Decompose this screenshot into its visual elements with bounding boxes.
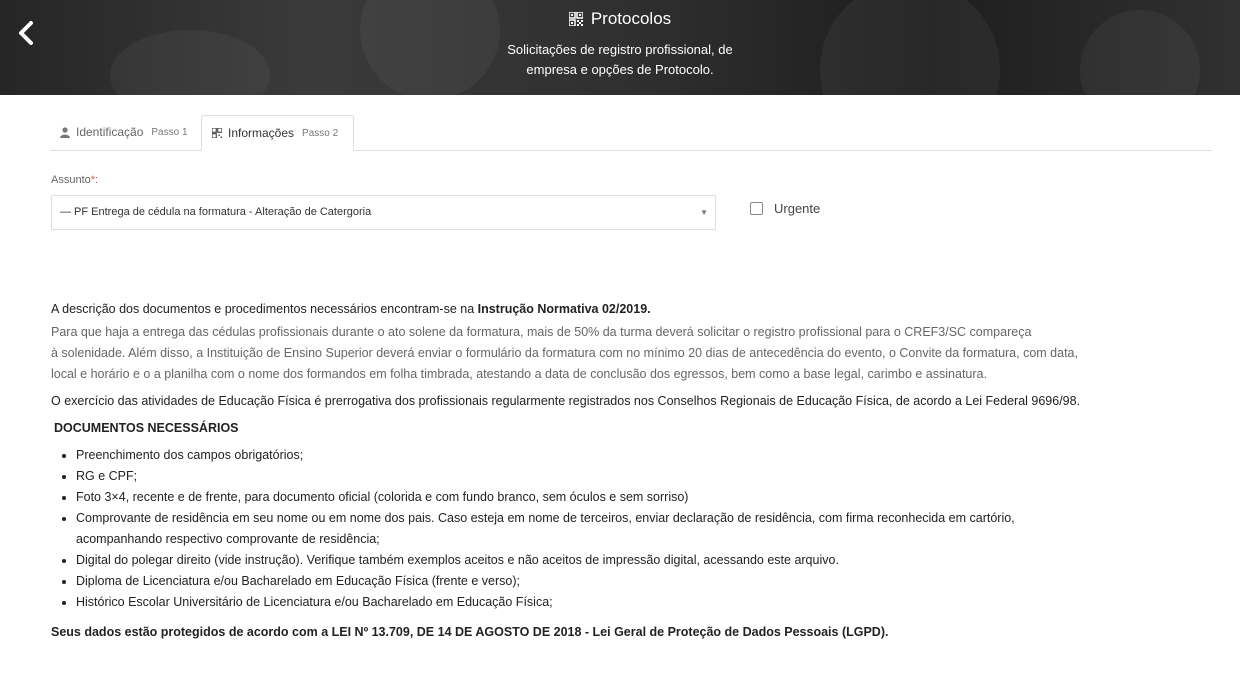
instruction-paragraph: A descrição dos documentos e procediment… (51, 299, 1216, 320)
instruction-normativa-link: Instrução Normativa 02/2019. (477, 302, 651, 316)
law-paragraph: O exercício das atividades de Educação F… (51, 394, 1081, 408)
subtitle-line-1: Solicitações de registro profissional, d… (507, 42, 733, 57)
list-item-text: acompanhando respectivo comprovante de r… (76, 532, 380, 546)
tab-step: Passo 2 (302, 127, 339, 139)
list-item: Preenchimento dos campos obrigatórios; (76, 445, 1216, 466)
assunto-select[interactable]: — PF Entrega de cédula na formatura - Al… (51, 195, 716, 230)
list-item: Comprovante de residência em seu nome ou… (76, 508, 1216, 550)
list-item: RG e CPF; (76, 466, 1216, 487)
tab-label: Informações (228, 126, 295, 140)
assunto-label: Assunto*: (51, 174, 98, 186)
tab-step: Passo 1 (151, 126, 188, 138)
ceremony-line: Para que haja a entrega das cédulas prof… (51, 325, 1032, 339)
instruction-text: A descrição dos documentos e procediment… (51, 302, 478, 316)
assunto-label-text: Assunto (51, 174, 91, 186)
step-tabs: Identificação Passo 1 Informações Passo … (50, 115, 1212, 151)
urgent-label[interactable]: Urgente (774, 201, 820, 216)
tab-label: Identificação (76, 125, 144, 139)
qrcode-icon (568, 10, 584, 32)
lgpd-notice: Seus dados estão protegidos de acordo co… (51, 625, 889, 639)
documents-heading: DOCUMENTOS NECESSÁRIOS (54, 421, 239, 435)
user-icon (60, 126, 70, 138)
ceremony-line: local e horário e o a planilha com o nom… (51, 367, 987, 381)
urgent-checkbox[interactable] (750, 202, 763, 215)
page-subtitle: Solicitações de registro profissional, d… (0, 40, 1240, 80)
list-item: Diploma de Licenciatura e/ou Bacharelado… (76, 571, 1216, 592)
ceremony-paragraph: Para que haja a entrega das cédulas prof… (51, 322, 1216, 385)
urgent-option: Urgente (750, 201, 820, 216)
list-item: Histórico Escolar Universitário de Licen… (76, 592, 1216, 613)
tab-identificacao[interactable]: Identificação Passo 1 (50, 115, 200, 149)
page-title-row: Protocolos (0, 8, 1240, 32)
page-title: Protocolos (590, 9, 672, 28)
list-item: Foto 3×4, recente e de frente, para docu… (76, 487, 1216, 508)
header-banner: Protocolos Solicitações de registro prof… (0, 0, 1240, 95)
chevron-down-icon: ▼ (700, 208, 708, 217)
assunto-selected-value: — PF Entrega de cédula na formatura - Al… (60, 206, 372, 218)
list-item-text: Comprovante de residência em seu nome ou… (76, 511, 1015, 525)
information-content: A descrição dos documentos e procediment… (51, 299, 1216, 643)
list-item: Digital do polegar direito (vide instruç… (76, 550, 1216, 571)
tab-informacoes[interactable]: Informações Passo 2 (201, 115, 354, 151)
ceremony-line: à solenidade. Além disso, a Instituição … (51, 346, 1078, 360)
qrcode-icon (212, 128, 222, 138)
documents-list: Preenchimento dos campos obrigatórios; R… (51, 445, 1216, 613)
required-mark: *: (90, 174, 99, 186)
subtitle-line-2: empresa e opções de Protocolo. (526, 62, 714, 77)
